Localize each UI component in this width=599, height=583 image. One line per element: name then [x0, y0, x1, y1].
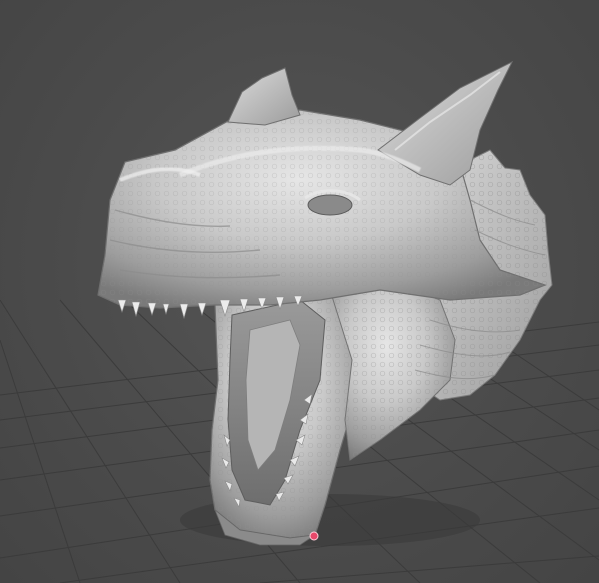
- origin-pivot-icon[interactable]: [309, 531, 319, 541]
- dinosaur-head-mesh[interactable]: [97, 60, 553, 546]
- 3d-viewport[interactable]: [0, 0, 599, 583]
- eye: [307, 194, 353, 216]
- viewport-canvas[interactable]: [0, 0, 599, 583]
- left-horn: [227, 67, 301, 126]
